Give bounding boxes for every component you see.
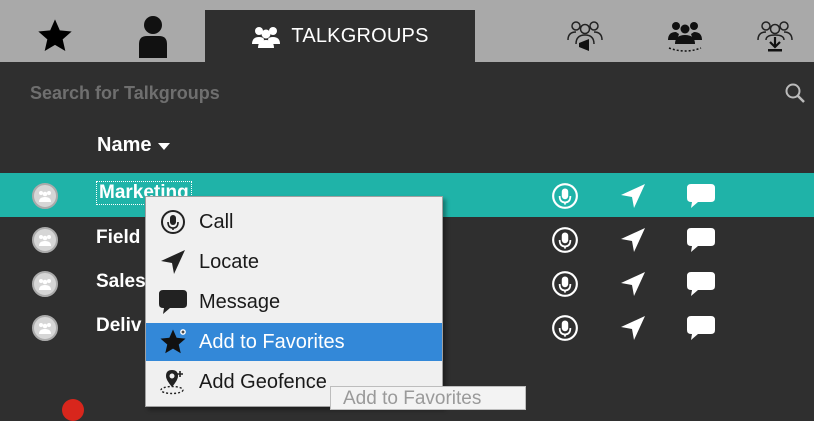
menu-item-label: Message [199, 291, 281, 313]
tab-favorites[interactable] [10, 10, 100, 62]
menu-item-label: Locate [199, 251, 260, 273]
column-header-label: Name [97, 134, 152, 156]
star-icon [158, 328, 188, 356]
call-icon[interactable] [550, 181, 580, 211]
status-indicator [62, 399, 84, 421]
locate-icon[interactable] [618, 181, 648, 211]
group-broadcast-icon [567, 21, 603, 51]
group-geofence-icon [668, 22, 702, 52]
talkgroup-name: Sales [96, 271, 146, 292]
menu-item-add-to-favorites[interactable]: Add to Favorites [146, 323, 442, 361]
tooltip: Add to Favorites [330, 386, 526, 410]
tab-group-download[interactable] [735, 10, 814, 62]
tab-talkgroups-label: TALKGROUPS [291, 24, 429, 47]
call-icon[interactable] [550, 269, 580, 299]
locate-icon [158, 248, 188, 276]
talkgroup-name: Field [96, 227, 141, 248]
menu-item-label: Add Geofence [199, 371, 327, 393]
message-icon[interactable] [686, 313, 716, 343]
talkgroup-avatar-icon [32, 271, 58, 297]
message-icon[interactable] [686, 225, 716, 255]
menu-item-locate[interactable]: Locate [146, 243, 442, 281]
call-icon [158, 208, 188, 236]
call-icon[interactable] [550, 313, 580, 343]
talkgroup-avatar-icon [32, 227, 58, 253]
group-download-icon [757, 21, 793, 52]
tab-contacts[interactable] [100, 10, 205, 62]
menu-item-label: Call [199, 211, 234, 233]
star-icon [38, 19, 72, 51]
locate-icon[interactable] [618, 269, 648, 299]
context-menu: Call Locate Message Add to Favorites Add… [145, 196, 443, 407]
talkgroup-avatar-icon [32, 183, 58, 209]
search-bar [0, 62, 814, 124]
tab-group-geofence[interactable] [645, 10, 725, 62]
message-icon[interactable] [686, 269, 716, 299]
tab-group-broadcast[interactable] [545, 10, 625, 62]
menu-item-call[interactable]: Call [146, 203, 442, 241]
call-icon[interactable] [550, 225, 580, 255]
caret-down-icon [158, 142, 171, 150]
talkgroup-name: Deliv [96, 315, 142, 336]
locate-icon[interactable] [618, 313, 648, 343]
menu-item-message[interactable]: Message [146, 283, 442, 321]
person-icon [138, 16, 167, 58]
search-input[interactable] [30, 80, 750, 106]
search-icon[interactable] [784, 82, 806, 104]
message-icon [158, 288, 188, 316]
talkgroup-avatar-icon [32, 315, 58, 341]
geofence-icon [158, 368, 188, 396]
message-icon[interactable] [686, 181, 716, 211]
menu-item-label: Add to Favorites [199, 331, 345, 353]
column-header-name[interactable]: Name [97, 134, 171, 157]
group-icon [252, 27, 281, 48]
tab-talkgroups[interactable]: TALKGROUPS [205, 10, 475, 62]
locate-icon[interactable] [618, 225, 648, 255]
tab-bar: TALKGROUPS [0, 0, 814, 62]
